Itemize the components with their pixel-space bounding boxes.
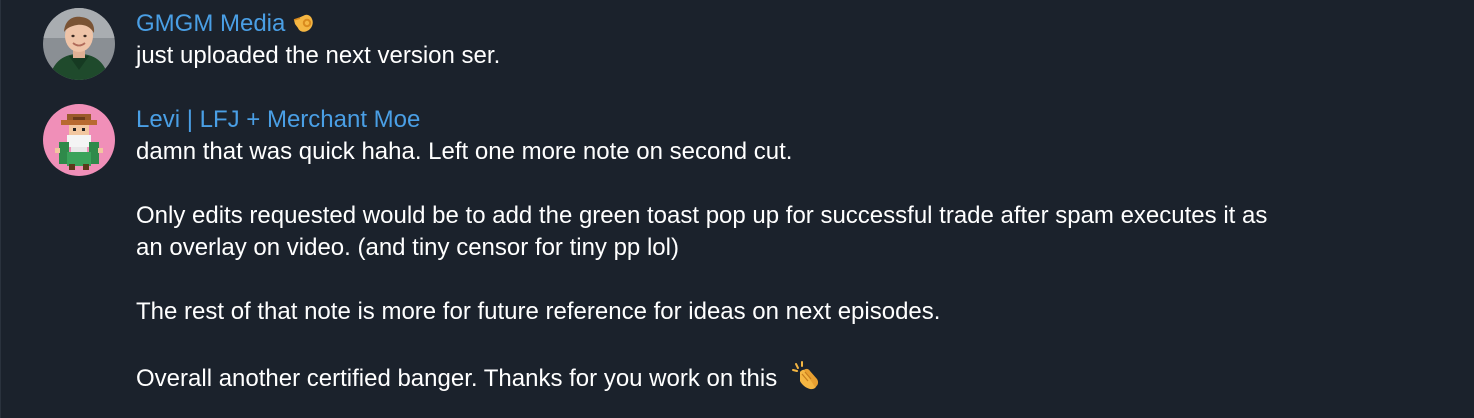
- sender-name-text[interactable]: Levi | LFJ + Merchant Moe: [136, 104, 420, 136]
- message-text: an overlay on video. (and tiny censor fo…: [136, 234, 679, 261]
- avatar[interactable]: [43, 8, 115, 80]
- message-text: Overall another certified banger. Thanks…: [136, 365, 778, 392]
- sender-name[interactable]: GMGM Media: [136, 8, 1444, 40]
- clapping-hands-icon: [790, 360, 822, 392]
- message-last-line: Overall another certified banger. Thanks…: [136, 360, 1444, 395]
- avatar[interactable]: [43, 104, 115, 176]
- chat-history: GMGM Media just uploaded the next versio…: [0, 0, 1474, 418]
- sender-name-text[interactable]: GMGM Media: [136, 8, 285, 40]
- message-text: Only edits requested would be to add the…: [136, 202, 1268, 229]
- message-text: damn that was quick haha. Left one more …: [136, 138, 793, 165]
- message-text: The rest of that note is more for future…: [136, 298, 941, 325]
- message-text: just uploaded the next version ser.: [136, 42, 501, 69]
- ok-hand-icon: [291, 11, 317, 37]
- sender-name[interactable]: Levi | LFJ + Merchant Moe: [136, 104, 1444, 136]
